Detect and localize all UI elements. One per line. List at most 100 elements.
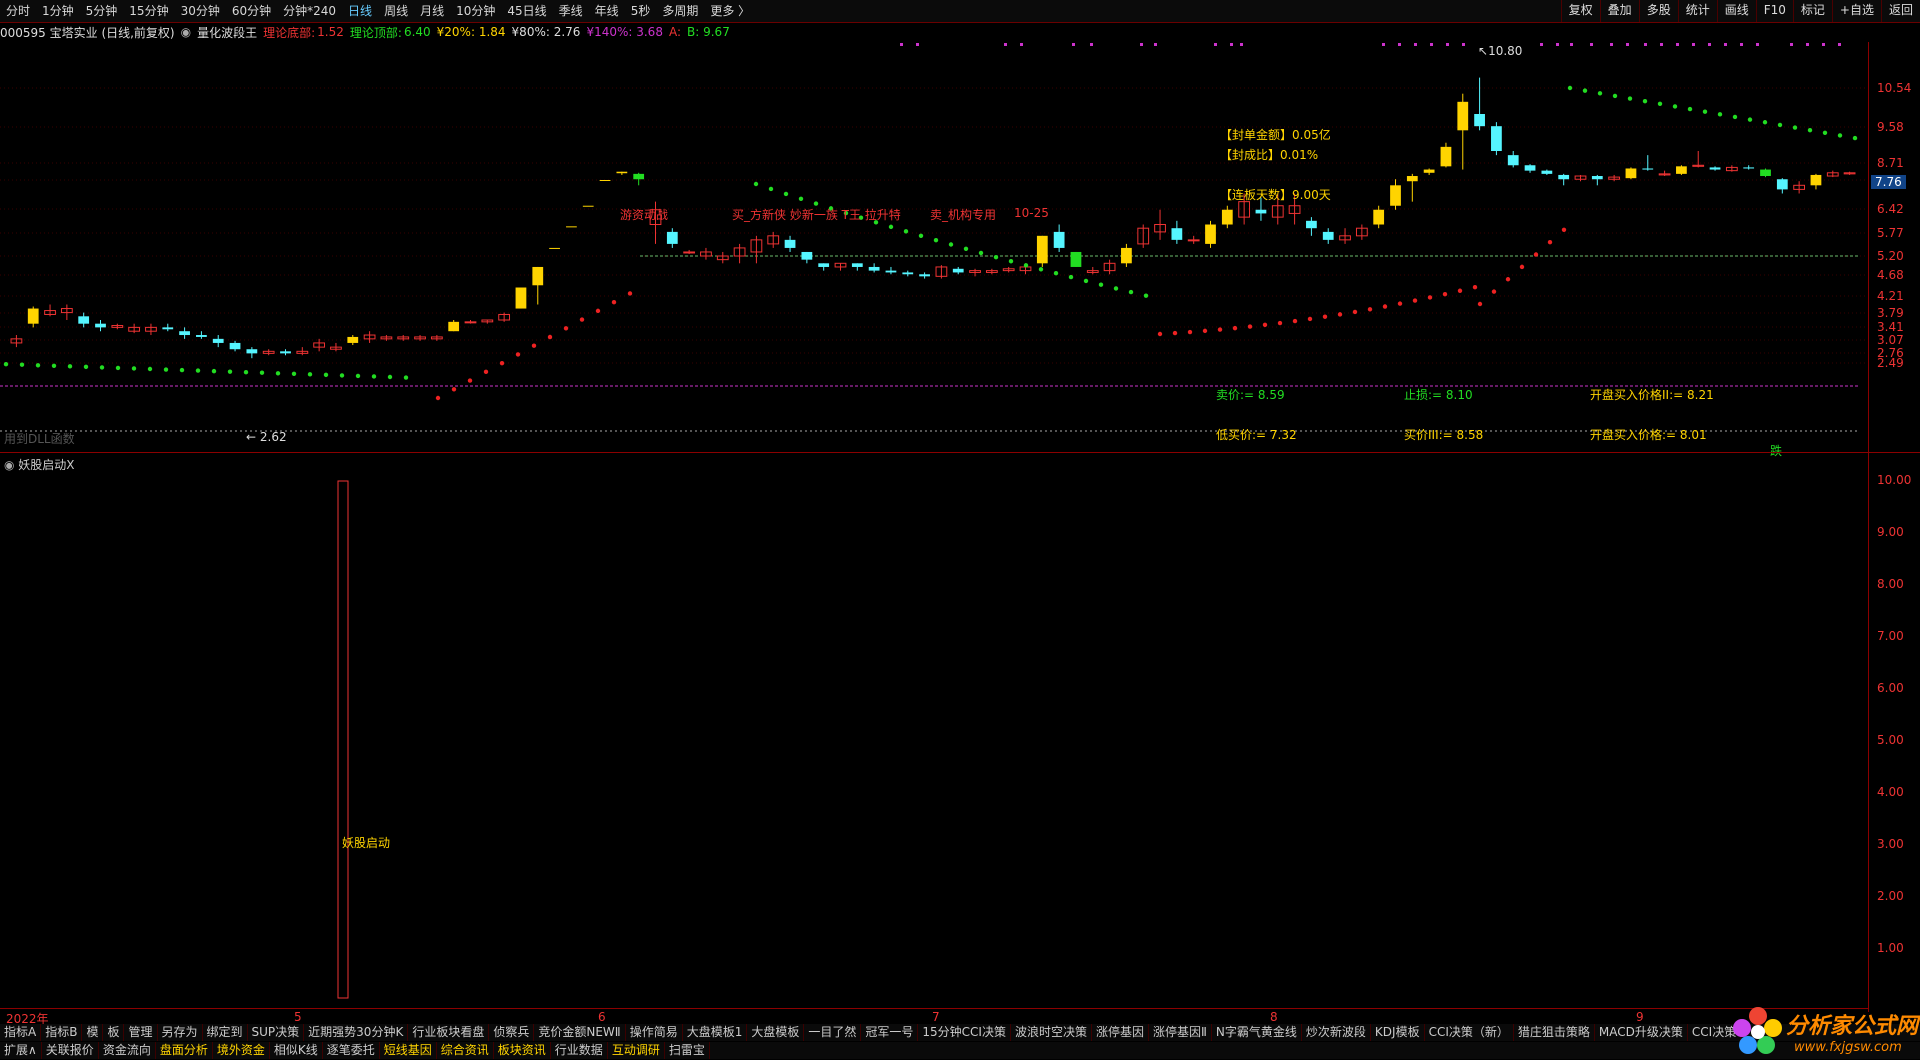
template-tab[interactable]: 指标B (41, 1024, 83, 1041)
candle-body (347, 336, 359, 343)
info-tab[interactable]: 逐笔委托 (323, 1042, 380, 1059)
signal-marker (1610, 43, 1613, 46)
stop-dot (798, 196, 804, 201)
period-tab[interactable]: 5秒 (625, 0, 657, 22)
toolbar-button[interactable]: 统计 (1677, 0, 1717, 22)
template-tab[interactable]: 涨停基因Ⅱ (1149, 1024, 1212, 1041)
info-tab[interactable]: 行业数据 (551, 1042, 608, 1059)
stop-dot (1657, 101, 1663, 107)
template-tab[interactable]: 一目了然 (804, 1024, 862, 1041)
sub-indicator-chart[interactable] (0, 470, 1868, 1010)
period-tab[interactable]: 季线 (553, 0, 589, 22)
template-tab[interactable]: 竞价金额NEWⅡ (534, 1024, 626, 1041)
sub-tick-label: 1.00 (1877, 941, 1904, 955)
period-tab[interactable]: 15分钟 (123, 0, 174, 22)
template-tab[interactable]: 操作简易 (626, 1024, 683, 1041)
price-tick-label: 3.41 (1877, 320, 1904, 334)
candle-body (851, 263, 863, 267)
period-tab[interactable]: 1分钟 (36, 0, 80, 22)
period-tab[interactable]: 月线 (414, 0, 450, 22)
panel-divider[interactable] (0, 452, 1920, 453)
period-tab[interactable]: 分钟*240 (277, 0, 342, 22)
period-tab[interactable]: 60分钟 (226, 0, 277, 22)
template-tab[interactable]: MACD升级决策 (1595, 1024, 1688, 1041)
info-tab[interactable]: 盘面分析 (156, 1042, 213, 1059)
period-tab[interactable]: 5分钟 (80, 0, 124, 22)
stop-dot (291, 371, 297, 376)
left-tag: 游资动战 (620, 208, 669, 222)
template-tab[interactable]: 猎庄狙击策略 (1514, 1024, 1595, 1041)
candle-body (1491, 126, 1502, 151)
info-tab[interactable]: 相似K线 (270, 1042, 323, 1059)
template-tab[interactable]: 涨停基因 (1092, 1024, 1149, 1041)
template-tab[interactable]: 大盘模板1 (683, 1024, 748, 1041)
template-tab[interactable]: 波浪时空决策 (1011, 1024, 1092, 1041)
period-tab[interactable]: 30分钟 (175, 0, 226, 22)
period-tab[interactable]: 周线 (378, 0, 414, 22)
toolbar-button[interactable]: +自选 (1831, 0, 1881, 22)
info-tab[interactable]: 板块资讯 (494, 1042, 551, 1059)
template-tab[interactable]: 模 (82, 1024, 104, 1041)
info-tab[interactable]: 境外资金 (213, 1042, 270, 1059)
toolbar-button[interactable]: 画线 (1716, 0, 1756, 22)
template-tab[interactable]: 指标A (0, 1024, 42, 1041)
template-tab[interactable]: 15分钟CCI决策 (918, 1024, 1011, 1041)
info-tab[interactable]: 关联报价 (42, 1042, 99, 1059)
stop-dot (339, 373, 345, 378)
period-tab[interactable]: 更多 〉 (704, 0, 756, 22)
template-tab[interactable]: KDJ模板 (1371, 1024, 1425, 1041)
stop-dot (611, 299, 617, 305)
template-tab[interactable]: 管理 (124, 1024, 158, 1041)
signal-marker (916, 43, 919, 46)
period-tab[interactable]: 45日线 (501, 0, 552, 22)
limit-days: 【连板天数】9.00天 (1220, 188, 1331, 202)
toolbar-button[interactable]: F10 (1755, 0, 1793, 22)
template-tab[interactable]: 绑定到 (203, 1024, 248, 1041)
template-tab[interactable]: N字霸气黄金线 (1212, 1024, 1302, 1041)
template-tab[interactable]: 冠军一号 (861, 1024, 919, 1041)
toolbar-button[interactable]: 叠加 (1599, 0, 1639, 22)
period-tab[interactable]: 多周期 (656, 0, 704, 22)
toolbar-button[interactable]: 返回 (1880, 0, 1920, 22)
stop-dot (1202, 328, 1208, 334)
template-tab[interactable]: 侦察兵 (489, 1024, 535, 1041)
template-tab[interactable]: 另存为 (158, 1024, 203, 1041)
toolbar-button[interactable]: 标记 (1792, 0, 1832, 22)
info-tab[interactable]: 扫雷宝 (665, 1042, 710, 1059)
template-tab[interactable]: 大盘模板 (747, 1024, 805, 1041)
price-tick-label: 5.20 (1877, 249, 1904, 263)
candle-body (515, 287, 527, 309)
stop-dot (163, 367, 169, 372)
info-tab[interactable]: 资金流向 (99, 1042, 156, 1059)
info-tab[interactable]: 短线基因 (380, 1042, 437, 1059)
info-tab[interactable]: 综合资讯 (437, 1042, 494, 1059)
period-tabs: 分时 1分钟 5分钟 15分钟 30分钟 60分钟 分钟*240 日线 周线 月线 10分钟 45日线… (0, 0, 756, 22)
stop-dot (1627, 96, 1633, 101)
period-tab[interactable]: 日线 (342, 0, 378, 22)
stop-dot (355, 373, 361, 379)
toolbar-button[interactable]: 复权 (1560, 0, 1600, 22)
stop-dot (627, 291, 633, 296)
stop-loss: 止损:= 8.10 (1404, 388, 1473, 402)
template-tab[interactable]: SUP决策 (248, 1024, 305, 1041)
candlestick-chart[interactable] (0, 42, 1868, 452)
stop-dot (1143, 293, 1149, 298)
period-tab[interactable]: 年线 (589, 0, 625, 22)
indicator-name[interactable]: 量化波段王 (197, 24, 257, 41)
info-tab[interactable]: 互动调研 (608, 1042, 665, 1059)
sub-tick-label: 10.00 (1877, 473, 1912, 487)
candle-body (532, 266, 544, 286)
period-tab[interactable]: 分时 (0, 0, 36, 22)
template-tab[interactable]: CCI决策（新） (1425, 1024, 1514, 1041)
toolbar-button[interactable]: 多股 (1638, 0, 1678, 22)
stop-dot (1008, 259, 1014, 264)
template-tab[interactable]: 行业板块看盘 (408, 1024, 490, 1041)
template-tab[interactable]: 炒次新波段 (1302, 1024, 1371, 1041)
template-tab[interactable]: 板 (103, 1024, 125, 1041)
collapse-icon[interactable]: ◉ (181, 25, 191, 39)
stop-dot (948, 242, 954, 247)
open-buy2: 开盘买入价格II:= 8.21 (1590, 388, 1714, 402)
template-tab[interactable]: 近期强势30分钟K (304, 1024, 409, 1041)
period-tab[interactable]: 10分钟 (450, 0, 501, 22)
info-tab[interactable]: 扩展∧ (0, 1042, 42, 1059)
